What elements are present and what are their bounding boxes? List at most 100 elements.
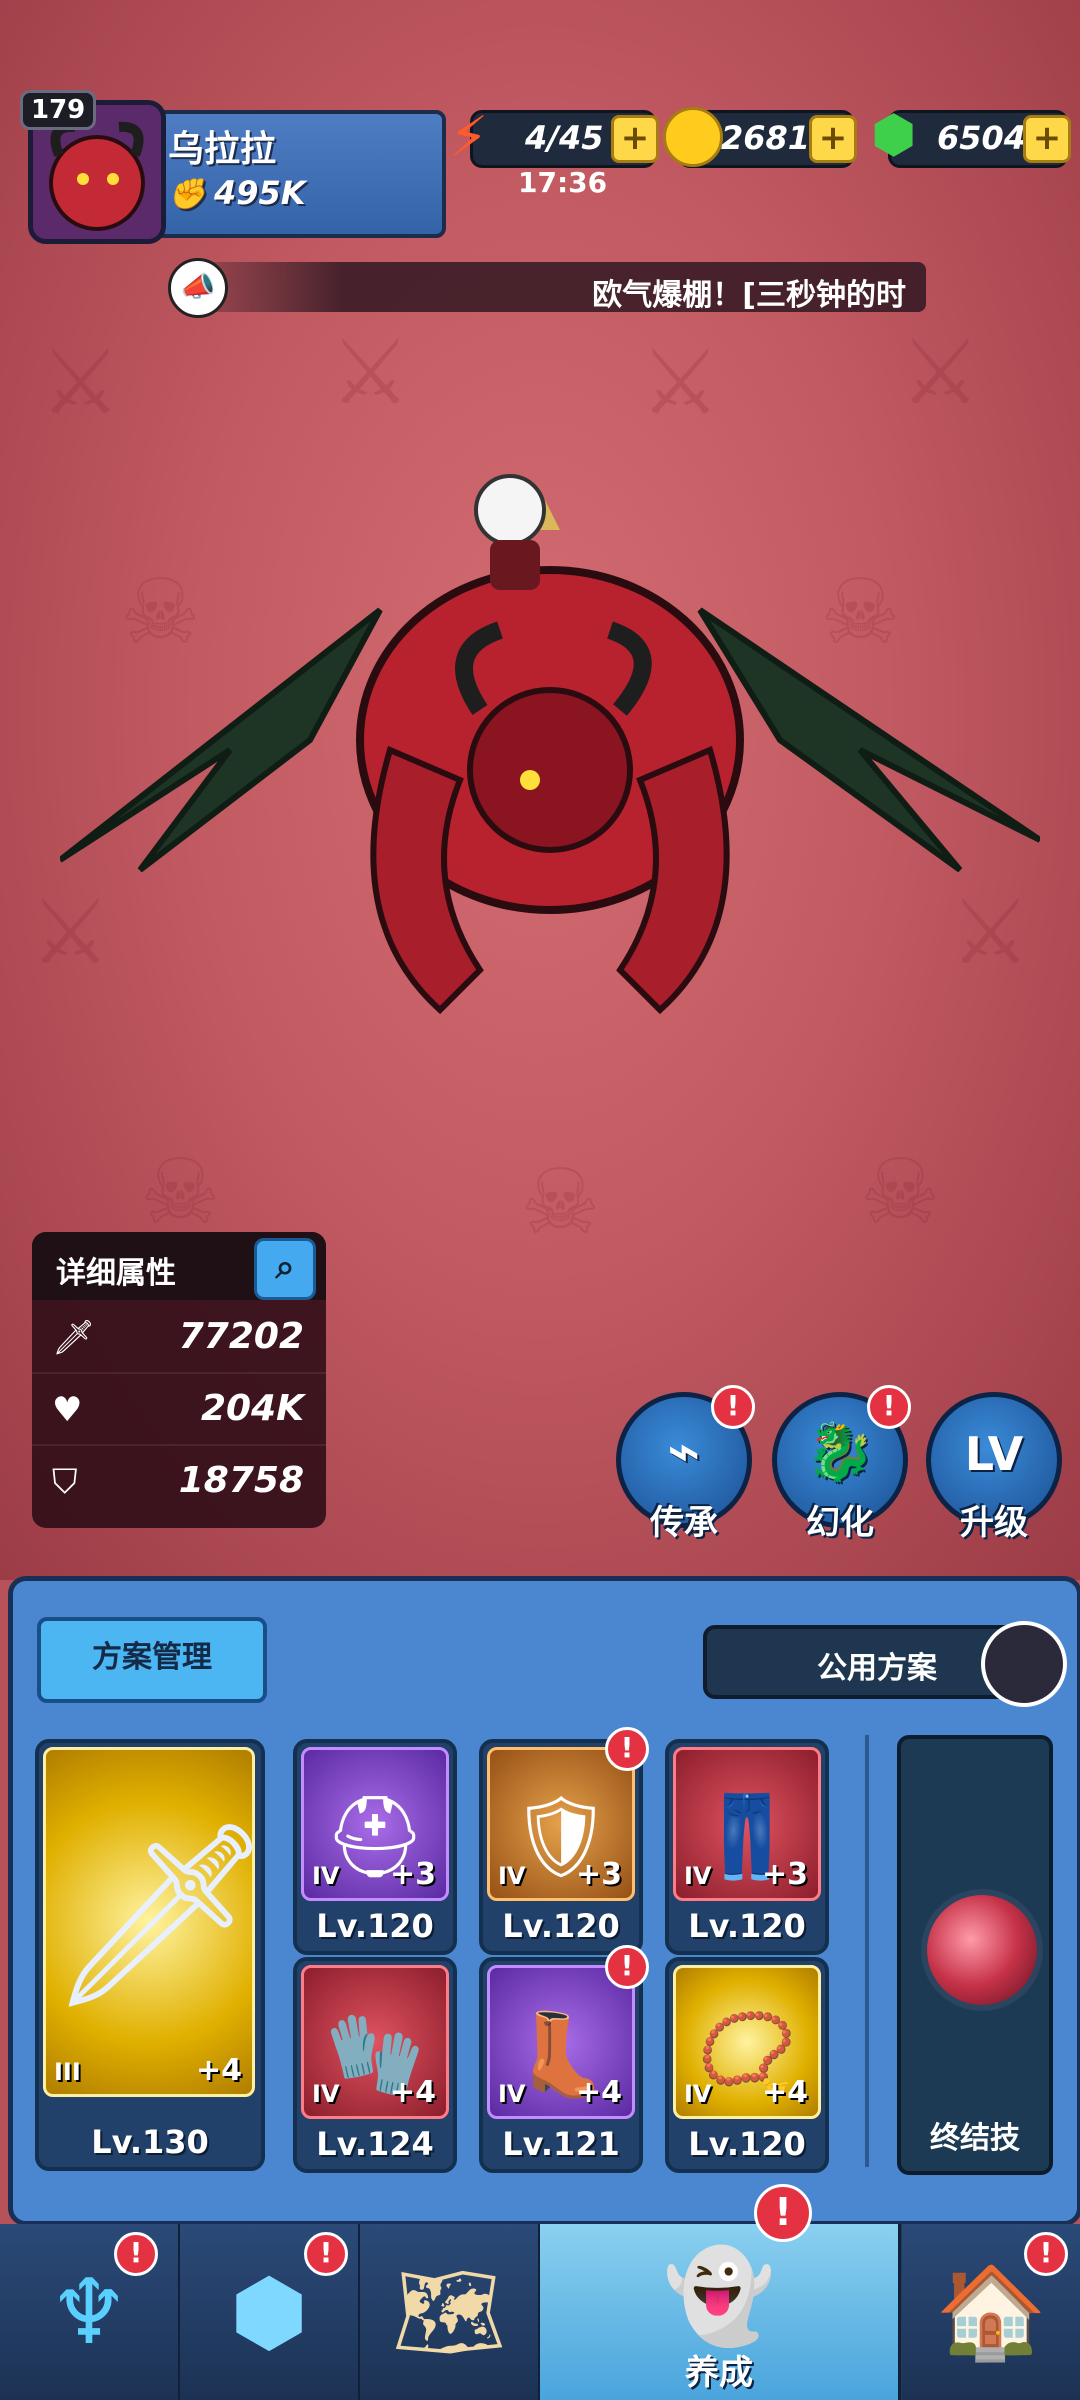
- gear-slot-pants[interactable]: 👖 IV +3 Lv.120: [665, 1739, 829, 1955]
- nav-develop-label: 养成: [685, 2353, 753, 2393]
- gear-level: Lv.121: [502, 2125, 620, 2163]
- nav-alert-badge: !: [754, 2184, 812, 2242]
- gear-plus: +4: [761, 2075, 808, 2110]
- gear-card: 🧤 IV +4: [301, 1965, 449, 2119]
- skull-pattern-icon: ☠: [140, 1140, 221, 1245]
- weapon-tier: III: [54, 2058, 81, 2086]
- pet-avatar-icon: [981, 1621, 1067, 1707]
- gear-tier: IV: [684, 1862, 712, 1890]
- magnifier-icon: ⌕: [275, 1247, 295, 1287]
- nav-alert-badge: !: [114, 2232, 158, 2276]
- sword-pattern-icon: ⚔: [640, 330, 721, 435]
- megaphone-icon: 📣: [168, 258, 228, 318]
- gear-plus: +4: [389, 2075, 436, 2110]
- ultimate-skill-slot[interactable]: 终结技: [897, 1735, 1053, 2175]
- gear-tier: IV: [312, 1862, 340, 1890]
- sword-pattern-icon: ⚔: [330, 320, 411, 425]
- nav-tab-battle[interactable]: ♆ !: [0, 2224, 181, 2400]
- gear-alert-badge: !: [605, 1727, 649, 1771]
- nav-tab-map[interactable]: 🗺: [360, 2224, 541, 2400]
- attack-value: 77202: [178, 1316, 304, 1357]
- inherit-button[interactable]: ⌁ 传承 !: [616, 1385, 755, 1543]
- gear-card: 👖 IV +3: [673, 1747, 821, 1901]
- gear-plus: +3: [761, 1857, 808, 1892]
- plan-management-button[interactable]: 方案管理: [37, 1617, 267, 1703]
- level-up-icon: LV: [964, 1427, 1024, 1481]
- character-dragon-mount[interactable]: [60, 450, 1040, 1070]
- gear-level: Lv.120: [688, 2125, 806, 2163]
- gold-coin-icon: [663, 107, 723, 167]
- shop-house-icon: 🏠: [934, 2260, 1048, 2365]
- nav-tab-dungeon[interactable]: ⬢ !: [180, 2224, 361, 2400]
- gear-plus: +3: [389, 1857, 436, 1892]
- weapon-slot[interactable]: 🗡 III +4 Lv.130: [35, 1739, 275, 2171]
- gear-card: 📿 IV +4: [673, 1965, 821, 2119]
- equipment-panel: 方案管理 公用方案 🗡 III +4 Lv.130 ⛑ IV +3 Lv.120…: [8, 1576, 1080, 2226]
- gear-card: 👢 IV +4: [487, 1965, 635, 2119]
- gem-value: 6504: [937, 119, 1027, 157]
- transform-label: 幻化: [806, 1503, 874, 1543]
- energy-value: 4/45: [525, 119, 604, 157]
- sword-pattern-icon: ⚔: [900, 320, 981, 425]
- crystal-helm-icon: ♆: [48, 2260, 130, 2365]
- nav-tab-shop[interactable]: 🏠 !: [902, 2224, 1080, 2400]
- energy-resource: ⚡ 4/45 +: [449, 105, 659, 170]
- gear-level: Lv.120: [316, 1907, 434, 1945]
- announcement-text: 欧气爆棚！[三秒钟的时: [592, 278, 906, 313]
- public-plan-label: 公用方案: [817, 1651, 937, 1686]
- gear-card: 🛡 IV +3: [487, 1747, 635, 1901]
- player-power: ✊ 495K: [168, 174, 306, 212]
- nav-tab-develop[interactable]: 👻 养成 !: [540, 2184, 901, 2400]
- weapon-card: 🗡 III +4: [43, 1747, 275, 2097]
- heart-icon: ♥: [52, 1390, 83, 1430]
- add-gold-button[interactable]: +: [809, 115, 857, 163]
- upgrade-button[interactable]: LV 升级: [926, 1392, 1062, 1543]
- weapon-level: Lv.130: [91, 2123, 209, 2161]
- gear-level: Lv.124: [316, 2125, 434, 2163]
- add-gems-button[interactable]: +: [1023, 115, 1071, 163]
- gold-resource: 2681K +: [663, 107, 857, 168]
- green-gem-icon: ⬢: [871, 105, 917, 165]
- add-energy-button[interactable]: +: [611, 115, 659, 163]
- gear-plus: +3: [575, 1857, 622, 1892]
- gear-slot-necklace[interactable]: 📿 IV +4 Lv.120: [665, 1957, 829, 2173]
- defense-value: 18758: [178, 1460, 304, 1501]
- hex-portal-icon: ⬢: [229, 2260, 309, 2365]
- gear-level: Lv.120: [502, 1907, 620, 1945]
- announcement-banner[interactable]: 欧气爆棚！[三秒钟的时: [196, 262, 926, 313]
- gear-tier: IV: [498, 2080, 526, 2108]
- pet-companion-icon: 👻: [662, 2244, 776, 2349]
- fist-icon: ✊: [168, 177, 206, 212]
- sword-item-icon: 🗡: [46, 1811, 275, 2020]
- gear-slot-gloves[interactable]: 🧤 IV +4 Lv.124: [293, 1957, 457, 2173]
- stats-search-button[interactable]: ⌕: [254, 1238, 316, 1300]
- panel-divider: [865, 1735, 869, 2167]
- nav-alert-badge: !: [1024, 2232, 1068, 2276]
- gear-card: ⛑ IV +3: [301, 1747, 449, 1901]
- player-level-badge: 179: [20, 90, 97, 130]
- nav-alert-badge: !: [304, 2232, 348, 2276]
- skull-pattern-icon: ☠: [520, 1150, 601, 1255]
- transform-alert-badge: !: [867, 1385, 911, 1429]
- stat-row-defense: ⛉ 18758: [32, 1446, 326, 1516]
- gear-slot-helmet[interactable]: ⛑ IV +3 Lv.120: [293, 1739, 457, 1955]
- ultimate-orb-icon: [921, 1889, 1043, 2011]
- gear-slot-armor[interactable]: 🛡 IV +3 Lv.120 !: [479, 1727, 649, 1955]
- gear-tier: IV: [312, 2080, 340, 2108]
- player-profile[interactable]: 179 乌拉拉 ✊ 495K: [20, 90, 446, 244]
- energy-timer: 17:36: [518, 166, 608, 199]
- bottom-nav: ♆ ! ⬢ ! 🗺 👻 养成 ! 🏠 !: [0, 2184, 1080, 2400]
- sword-icon: 🗡: [52, 1318, 96, 1358]
- public-plan-button[interactable]: 公用方案: [703, 1621, 1067, 1707]
- gear-tier: IV: [498, 1862, 526, 1890]
- detailed-stats-panel: 详细属性 ⌕ 🗡 77202 ♥ 204K ⛉ 18758: [32, 1232, 326, 1528]
- treasure-map-icon: 🗺: [391, 2260, 507, 2365]
- inherit-alert-badge: !: [711, 1385, 755, 1429]
- transform-button[interactable]: 🐉 幻化 !: [772, 1385, 911, 1543]
- gear-alert-badge: !: [605, 1945, 649, 1989]
- gear-slot-boots[interactable]: 👢 IV +4 Lv.121 !: [479, 1945, 649, 2173]
- stat-row-attack: 🗡 77202: [32, 1302, 326, 1374]
- lightning-icon: ⚡: [449, 105, 489, 170]
- sword-pattern-icon: ⚔: [40, 330, 121, 435]
- gear-tier: IV: [684, 2080, 712, 2108]
